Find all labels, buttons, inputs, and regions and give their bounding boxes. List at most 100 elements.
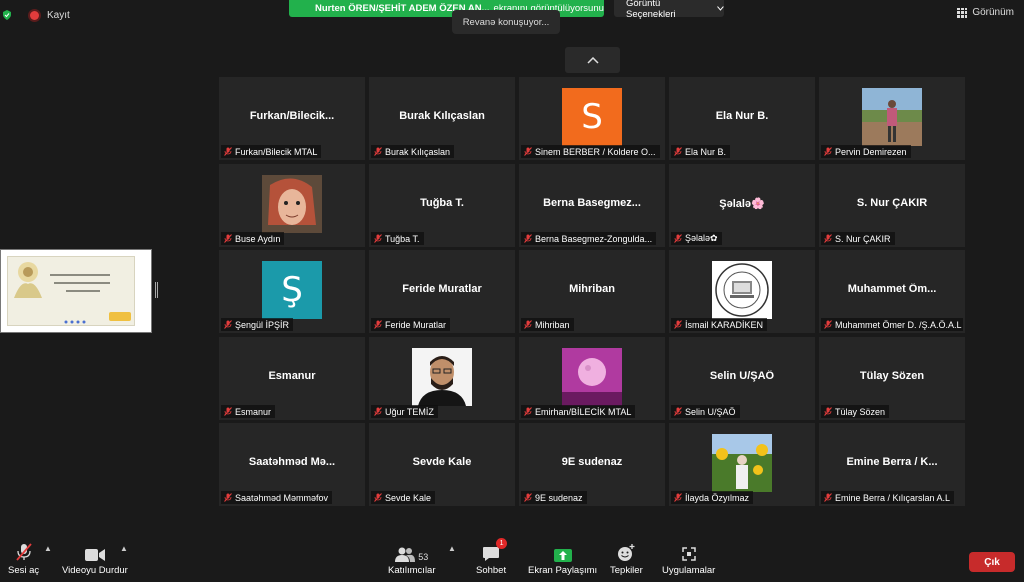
resize-handle[interactable]: [155, 282, 158, 298]
participant-name-label: Selin U/ŞAÖ: [671, 405, 740, 418]
participant-tile[interactable]: Berna Basegmez... Berna Basegmez-Zongulda…: [519, 164, 665, 247]
participant-tile[interactable]: İsmail KARADİKEN: [669, 250, 815, 333]
participant-name-text: Burak Kılıçaslan: [385, 146, 451, 157]
participant-name-label: Ela Nur B.: [671, 145, 731, 158]
unmute-button[interactable]: Sesi aç: [8, 540, 39, 576]
layout-button[interactable]: Görünüm: [957, 7, 1014, 18]
top-left-indicators: Kayıt: [0, 6, 70, 24]
participant-tile[interactable]: Muhammet Öm... Muhammet Ömer D. /Ş.A.Ö.A.…: [819, 250, 965, 333]
participant-tile[interactable]: Tülay Sözen Tülay Sözen: [819, 337, 965, 420]
chat-unread-badge: 1: [496, 538, 508, 549]
participant-tile[interactable]: Şəlalə🌸 Şəlalə✿: [669, 164, 815, 247]
participant-name-text: Pervin Demirezen: [835, 146, 907, 157]
participant-display-name: Sevde Kale: [412, 456, 472, 468]
participant-name-text: Şəlalə✿: [685, 233, 718, 243]
participant-name-text: Tülay Sözen: [835, 406, 886, 417]
participant-name-label: Pervin Demirezen: [821, 145, 911, 158]
participant-name-text: Esmanur: [235, 406, 272, 417]
mic-muted-icon: [824, 407, 832, 416]
participant-tile[interactable]: 9E sudenaz 9E sudenaz: [519, 423, 665, 506]
participant-name-label: Şengül İPŞİR: [221, 318, 294, 331]
mic-muted-icon: [674, 320, 682, 329]
security-shield-icon[interactable]: [2, 10, 12, 20]
participant-tile[interactable]: Esmanur Esmanur: [219, 337, 365, 420]
participant-display-name: Furkan/Bilecik...: [249, 110, 335, 122]
mic-muted-icon: [524, 493, 532, 502]
participant-tile[interactable]: İlayda Özyılmaz: [669, 423, 815, 506]
participant-name-text: Emirhan/BİLECİK MTAL: [535, 406, 632, 417]
layout-label: Görünüm: [972, 7, 1014, 18]
leave-button[interactable]: Çık: [969, 552, 1015, 572]
participants-count: 53: [418, 552, 429, 562]
participant-tile[interactable]: Mihriban Mihriban: [519, 250, 665, 333]
unmute-label: Sesi aç: [8, 565, 40, 576]
participant-tile[interactable]: Tuğba T. Tuğba T.: [369, 164, 515, 247]
participant-tile[interactable]: Furkan/Bilecik... Furkan/Bilecik MTAL: [219, 77, 365, 160]
participants-button[interactable]: 53 Katılımcılar: [388, 540, 436, 576]
participant-name-label: Furkan/Bilecik MTAL: [221, 145, 322, 158]
participant-tile[interactable]: Saatəhməd Mə... Saatəhməd Məmməfov: [219, 423, 365, 506]
recording-icon: [30, 10, 39, 20]
mic-muted-icon: [224, 234, 232, 243]
participant-tile[interactable]: Ş Şengül İPŞİR: [219, 250, 365, 333]
audio-options-caret-icon[interactable]: ▲: [44, 544, 52, 553]
poster-illustration-icon: [14, 262, 42, 298]
share-screen-button[interactable]: Ekran Paylaşımı: [528, 540, 597, 576]
participant-name-label: Esmanur: [221, 405, 276, 418]
shared-screen-thumbnail[interactable]: [0, 249, 152, 333]
reactions-label: Tepkiler: [610, 565, 643, 576]
participant-name-text: Tuğba T.: [385, 233, 420, 244]
participant-display-name: Selin U/ŞAÖ: [709, 370, 775, 382]
participant-tile[interactable]: Selin U/ŞAÖ Selin U/ŞAÖ: [669, 337, 815, 420]
participants-caret-icon[interactable]: ▲: [448, 544, 456, 553]
participant-tile[interactable]: Ela Nur B. Ela Nur B.: [669, 77, 815, 160]
grid-layout-icon: [957, 7, 968, 18]
participant-tile[interactable]: S. Nur ÇAKIR S. Nur ÇAKIR: [819, 164, 965, 247]
poem-text-lines-icon: [50, 274, 110, 292]
view-options-label: Görüntü Seçenekleri: [626, 0, 676, 20]
collapse-gallery-button[interactable]: [565, 47, 620, 73]
participant-name-text: Emine Berra / Kılıçarslan A.L: [835, 492, 951, 503]
mic-muted-icon: [524, 234, 532, 243]
participant-name-label: Tülay Sözen: [821, 405, 890, 418]
participant-display-name: Emine Berra / K...: [846, 456, 938, 468]
apps-button[interactable]: Uygulamalar: [662, 540, 715, 576]
participant-name-label: İlayda Özyılmaz: [671, 491, 754, 504]
mic-muted-icon: [524, 320, 532, 329]
view-options-button[interactable]: Görüntü Seçenekleri: [614, 0, 724, 20]
participant-name-label: Sinem BERBER / Koldere O...: [521, 145, 660, 158]
sunflower-field-photo-icon: [712, 434, 772, 492]
participant-tile[interactable]: Burak Kılıçaslan Burak Kılıçaslan: [369, 77, 515, 160]
mic-muted-icon: [674, 234, 682, 243]
participant-name-text: Uğur TEMİZ: [385, 406, 434, 417]
participant-display-name: Tuğba T.: [420, 197, 464, 209]
participant-name-text: Buse Aydın: [235, 233, 281, 244]
stop-video-button[interactable]: Videoyu Durdur: [62, 540, 128, 576]
participant-tile[interactable]: Uğur TEMİZ: [369, 337, 515, 420]
video-options-caret-icon[interactable]: ▲: [120, 544, 128, 553]
mic-muted-icon: [224, 407, 232, 416]
record-label[interactable]: Kayıt: [47, 10, 70, 21]
participant-tile[interactable]: Emirhan/BİLECİK MTAL: [519, 337, 665, 420]
participant-tile[interactable]: Buse Aydın: [219, 164, 365, 247]
participant-tile[interactable]: Sevde Kale Sevde Kale: [369, 423, 515, 506]
meeting-toolbar: Sesi aç ▲ Videoyu Durdur ▲ 53 Katılımcıl…: [0, 534, 1024, 582]
participant-tile[interactable]: Feride Muratlar Feride Muratlar: [369, 250, 515, 333]
mic-muted-icon: [224, 147, 232, 156]
chat-button[interactable]: 1 Sohbet: [476, 538, 508, 576]
participant-name-label: Şəlalə✿: [671, 232, 722, 245]
participant-name-label: Feride Muratlar: [371, 318, 451, 331]
participant-tile[interactable]: Pervin Demirezen: [819, 77, 965, 160]
participant-name-label: Sevde Kale: [371, 491, 436, 504]
stop-video-label: Videoyu Durdur: [62, 565, 128, 576]
mic-muted-icon: [224, 320, 232, 329]
participant-name-text: Berna Basegmez-Zongulda...: [535, 233, 653, 244]
participant-name-label: Saatəhməd Məmməfov: [221, 491, 333, 504]
participant-display-name: Ela Nur B.: [715, 110, 769, 122]
participant-tile[interactable]: Emine Berra / K... Emine Berra / Kılıçars…: [819, 423, 965, 506]
reactions-button[interactable]: Tepkiler: [610, 540, 643, 576]
badge-logo-icon: [109, 312, 131, 321]
participant-tile[interactable]: S Sinem BERBER / Koldere O...: [519, 77, 665, 160]
participant-display-name: Esmanur: [268, 370, 316, 382]
apps-label: Uygulamalar: [662, 565, 716, 576]
